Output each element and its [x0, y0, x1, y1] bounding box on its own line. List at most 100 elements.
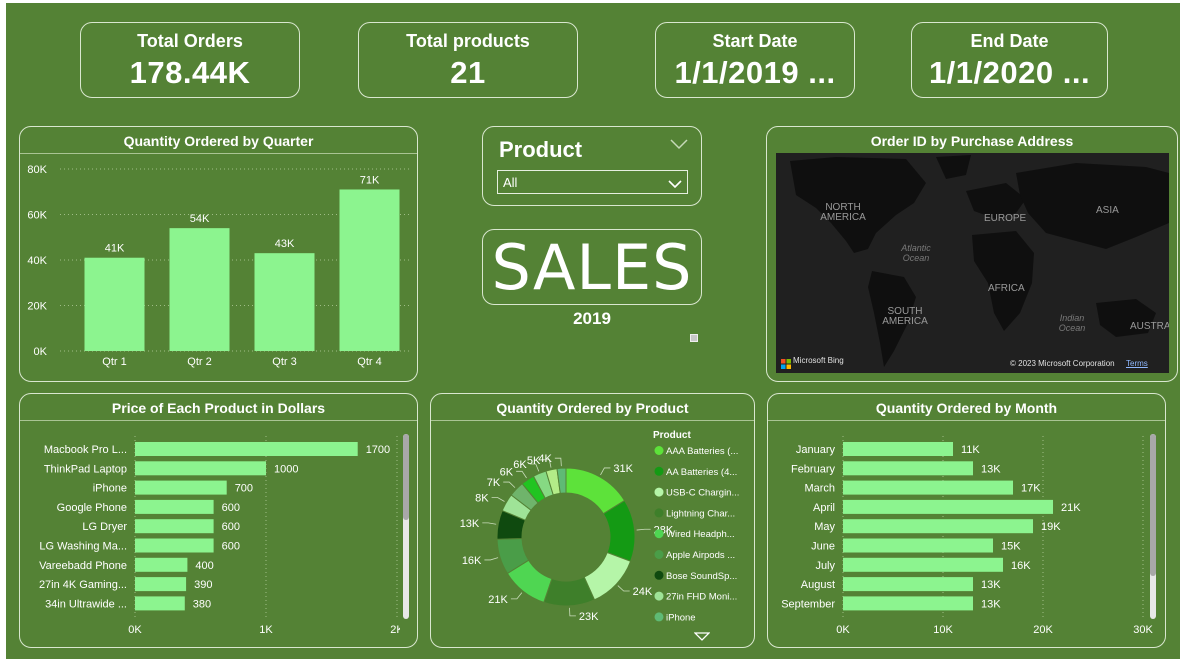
kpi-label: Total products — [406, 31, 530, 51]
data-label: 11K — [961, 444, 980, 456]
month-chart-card[interactable]: Quantity Ordered by Month 0K 10K 20K 30K Jan… — [767, 393, 1166, 648]
data-label: 6K — [500, 466, 514, 478]
category-label: June — [811, 541, 835, 553]
bar — [843, 557, 1003, 572]
price-chart-scrollbar[interactable] — [403, 434, 409, 619]
bar — [843, 442, 953, 456]
leader-line — [569, 607, 576, 617]
quarter-chart-card[interactable]: Quantity Ordered by Quarter 0K 20K 40K 60K 8… — [19, 126, 418, 382]
data-label: 54K — [190, 213, 210, 225]
slicer-options-icon[interactable] — [669, 137, 689, 155]
bar — [843, 499, 1053, 514]
x-tick-label: 0K — [836, 624, 850, 636]
kpi-label: Total Orders — [137, 31, 243, 51]
category-label: ThinkPad Laptop — [44, 463, 127, 475]
map-canvas[interactable]: NORTH AMERICA EUROPE ASIA Atlantic Ocean… — [776, 153, 1169, 373]
chevron-down-icon — [668, 176, 682, 194]
y-tick-label: 0K — [34, 346, 48, 358]
x-tick-label: Qtr 3 — [272, 356, 296, 368]
bar — [135, 557, 188, 572]
kpi-value: 21 — [450, 55, 486, 90]
bar — [135, 461, 266, 476]
legend-marker — [654, 612, 664, 622]
legend-marker — [654, 591, 664, 601]
y-tick-label: 80K — [27, 164, 47, 176]
legend-marker — [654, 446, 664, 455]
map-terms-link[interactable]: Terms — [1126, 359, 1148, 368]
data-label: 17K — [1021, 483, 1041, 495]
x-tick-label: 10K — [933, 624, 953, 636]
kpi-start-date[interactable]: Start Date 1/1/2019 ... — [655, 22, 855, 98]
product-donut-chart: 31K28K24K23K21K16K13K8K7K6K6K 5K4KProduct… — [460, 430, 740, 623]
product-donut-card[interactable]: Quantity Ordered by Product 31K 28K 24K 23K… — [430, 393, 755, 648]
bar — [339, 189, 400, 351]
legend-item: AAA Batteries (... — [666, 446, 738, 457]
price-chart-card[interactable]: Price of Each Product in Dollars 0K 1K 2K M… — [19, 393, 418, 648]
map-label-europe: EUROPE — [984, 213, 1027, 224]
x-tick-label: 30K — [1133, 624, 1153, 636]
category-label: March — [804, 483, 835, 495]
data-label: 21K — [1061, 502, 1081, 514]
sales-title-card: SALES — [482, 229, 702, 305]
scrollbar-thumb[interactable] — [1150, 434, 1156, 576]
bar — [169, 228, 230, 351]
bar — [843, 461, 973, 476]
sales-year: 2019 — [573, 309, 611, 328]
map-label-africa: AFRICA — [988, 283, 1025, 294]
leader-line — [482, 522, 497, 525]
bar — [135, 442, 358, 456]
x-tick-label: Qtr 1 — [102, 356, 126, 368]
category-label: July — [815, 560, 835, 572]
x-tick-label: Qtr 2 — [187, 356, 211, 368]
leader-line — [636, 528, 651, 531]
legend-item: Lightning Char... — [666, 508, 735, 519]
legend-more-icon[interactable] — [693, 629, 711, 647]
category-label: September — [781, 598, 835, 610]
data-label: 31K — [613, 463, 633, 475]
chart-title: Quantity Ordered by Quarter — [20, 127, 417, 154]
category-label: Google Phone — [57, 502, 127, 514]
category-label: 34in Ultrawide ... — [45, 598, 127, 610]
bar — [254, 253, 315, 351]
resize-handle[interactable] — [690, 334, 698, 342]
kpi-value: 1/1/2020 ... — [928, 55, 1091, 90]
kpi-end-date[interactable]: End Date 1/1/2020 ... — [911, 22, 1108, 98]
category-label: LG Dryer — [82, 521, 127, 533]
kpi-total-orders[interactable]: Total Orders 178.44K — [80, 22, 300, 98]
map-card[interactable]: Order ID by Purchase Address NORTH AMERI… — [766, 126, 1178, 382]
slicer-dropdown[interactable]: All — [497, 170, 688, 194]
legend-item: 27in FHD Moni... — [666, 592, 737, 603]
data-label: 71K — [360, 174, 380, 186]
price-bar-chart: 0K 1K 2K Macbook Pro L... 1700 ThinkPad Lapto… — [39, 436, 400, 636]
y-tick-label: 20K — [27, 301, 47, 313]
product-slicer[interactable]: Product All — [482, 126, 702, 206]
chart-title: Order ID by Purchase Address — [870, 133, 1074, 149]
bar — [84, 257, 145, 351]
category-label: Macbook Pro L... — [44, 444, 127, 456]
kpi-total-products[interactable]: Total products 21 — [358, 22, 578, 98]
data-label: 1700 — [366, 444, 390, 456]
data-label: 4K — [538, 453, 552, 465]
bar — [843, 538, 993, 553]
data-label: 1000 — [274, 463, 298, 475]
month-chart-scrollbar[interactable] — [1150, 434, 1156, 619]
bar — [135, 596, 185, 611]
kpi-label: Start Date — [712, 31, 798, 51]
map-label-atlantic: Atlantic Ocean — [901, 243, 931, 263]
legend-item: Bose SoundSp... — [666, 571, 737, 582]
map-label-north-america: NORTH AMERICA — [820, 202, 866, 223]
scrollbar-thumb[interactable] — [403, 434, 409, 520]
legend-marker — [654, 550, 664, 559]
bar — [843, 480, 1013, 495]
data-label: 8K — [475, 493, 489, 505]
leader-line — [554, 457, 562, 467]
data-label: 13K — [460, 518, 480, 530]
data-label: 13K — [981, 598, 1001, 610]
data-label: 6K — [513, 459, 527, 471]
x-tick-label: 1K — [259, 624, 273, 636]
map-copyright: © 2023 Microsoft Corporation — [1010, 359, 1115, 368]
x-tick-label: 20K — [1033, 624, 1053, 636]
month-bar-chart: 0K 10K 20K 30K January 11K February 13K March 17K… — [781, 436, 1153, 636]
legend-item: iPhone — [666, 612, 696, 623]
legend-marker — [654, 570, 664, 580]
